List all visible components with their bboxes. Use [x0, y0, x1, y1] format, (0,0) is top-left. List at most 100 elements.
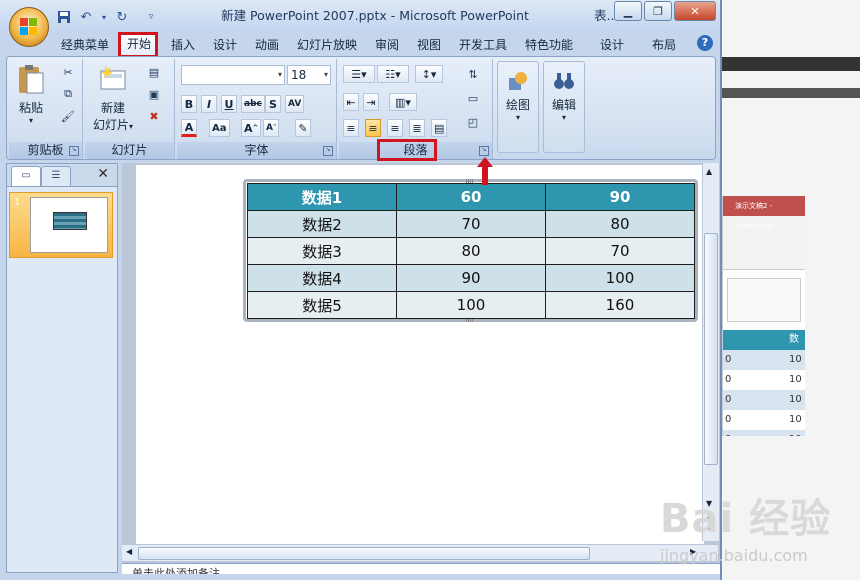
grow-font-button[interactable]: A ^	[241, 119, 262, 137]
reset-icon[interactable]: ▣	[143, 85, 165, 103]
horizontal-scrollbar[interactable]: ◀ ▶	[122, 544, 718, 561]
layout-icon[interactable]: ▤	[143, 63, 165, 81]
notes-pane[interactable]: 单击此处添加备注	[122, 563, 720, 574]
mini-table-preview	[53, 212, 87, 230]
close-button[interactable]: ✕	[674, 1, 716, 21]
table-cell[interactable]: 80	[545, 210, 695, 238]
strikethrough-button[interactable]: abc	[241, 95, 265, 113]
decrease-indent-button[interactable]: ⇤	[343, 93, 359, 111]
background-bar	[722, 57, 860, 71]
office-button[interactable]	[9, 7, 49, 47]
clipboard-launcher-icon[interactable]: ↘	[69, 146, 79, 156]
align-center-button[interactable]: ≡	[365, 119, 381, 137]
align-left-button[interactable]: ≡	[343, 119, 359, 137]
tab-table-layout[interactable]: 布局	[646, 35, 682, 55]
table-cell[interactable]: 数据5	[247, 291, 397, 319]
watermark-url: jingyan.baidu.com	[660, 546, 808, 565]
text-direction-icon[interactable]: ⇅	[461, 65, 485, 83]
background-thumb-row: 010	[725, 374, 802, 385]
tab-design[interactable]: 设计	[208, 35, 242, 55]
help-icon[interactable]: ?	[697, 35, 713, 51]
scroll-up-icon[interactable]: ▲	[706, 167, 712, 176]
font-name-combo[interactable]: ▾	[181, 65, 285, 85]
paste-label: 粘贴	[18, 101, 43, 115]
table-cell[interactable]: 70	[545, 237, 695, 265]
bullets-button[interactable]: ☰▾	[343, 65, 375, 83]
table-row: 数据5 100 160	[247, 291, 695, 319]
increase-indent-button[interactable]: ⇥	[363, 93, 379, 111]
table-cell[interactable]: 数据3	[247, 237, 397, 265]
tab-developer[interactable]: 开发工具	[454, 35, 512, 55]
close-pane-icon[interactable]: ✕	[97, 166, 109, 182]
tab-view[interactable]: 视图	[412, 35, 446, 55]
ribbon-tabs: 经典菜单 开始 插入 设计 动画 幻灯片放映 审阅 视图 开发工具 特色功能 设…	[0, 32, 720, 58]
scroll-left-icon[interactable]: ◀	[126, 547, 132, 556]
drawing-button[interactable]: 绘图 ▾	[497, 61, 539, 153]
minimize-button[interactable]: ▁	[614, 1, 642, 21]
cut-icon[interactable]: ✂	[59, 63, 77, 81]
line-spacing-button[interactable]: ↕▾	[415, 65, 443, 83]
new-slide-button[interactable]: 新建 幻灯片▾	[89, 63, 137, 133]
bold-button[interactable]: B	[181, 95, 197, 113]
group-label-drawing: 绘图	[505, 98, 530, 112]
italic-button[interactable]: I	[201, 95, 217, 113]
clear-format-icon[interactable]: ✎	[295, 119, 311, 137]
maximize-button[interactable]: ❐	[644, 1, 672, 21]
underline-button[interactable]: U	[221, 95, 237, 113]
delete-slide-icon[interactable]: ✖	[143, 107, 165, 125]
slides-tab-icon[interactable]: ▭	[11, 166, 41, 186]
table-cell[interactable]: 数据2	[247, 210, 397, 238]
slide-thumbnail-selected[interactable]: 1	[9, 192, 113, 258]
tab-review[interactable]: 审阅	[370, 35, 404, 55]
editing-button[interactable]: 编辑 ▾	[543, 61, 585, 153]
paste-button[interactable]: 粘贴 ▾	[13, 63, 49, 125]
shadow-button[interactable]: S	[265, 95, 281, 113]
table-cell[interactable]: 数据1	[247, 183, 397, 211]
table-cell[interactable]: 70	[396, 210, 546, 238]
change-case-button[interactable]: Aa	[209, 119, 230, 137]
table-cell[interactable]: 数据4	[247, 264, 397, 292]
horizontal-scroll-thumb[interactable]	[138, 547, 590, 560]
font-color-button[interactable]: A	[181, 119, 197, 137]
redo-icon[interactable]: ↻	[114, 9, 130, 25]
font-size-combo[interactable]: 18 ▾	[287, 65, 331, 85]
table-cell[interactable]: 80	[396, 237, 546, 265]
table-cell[interactable]: 60	[396, 183, 546, 211]
outline-tab-icon[interactable]: ☰	[41, 166, 71, 186]
font-launcher-icon[interactable]: ↘	[323, 146, 333, 156]
distribute-button[interactable]: ▤	[431, 119, 448, 137]
shrink-font-button[interactable]: Aˇ	[263, 119, 280, 137]
vertical-scroll-thumb[interactable]	[704, 233, 718, 465]
table-cell[interactable]: 90	[545, 183, 695, 211]
tab-insert[interactable]: 插入	[166, 35, 200, 55]
format-painter-icon[interactable]: 🖌	[59, 107, 77, 125]
group-label-editing: 编辑	[551, 98, 576, 112]
char-spacing-button[interactable]: AV	[285, 95, 305, 113]
table-cell[interactable]: 160	[545, 291, 695, 319]
justify-button[interactable]: ≣	[409, 119, 425, 137]
tab-animation[interactable]: 动画	[250, 35, 284, 55]
highlight-box	[377, 139, 437, 161]
table-cell[interactable]: 90	[396, 264, 546, 292]
annotation-arrow-icon	[477, 157, 493, 185]
table-cell[interactable]: 100	[545, 264, 695, 292]
undo-icon[interactable]: ↶	[78, 9, 94, 25]
tab-features[interactable]: 特色功能	[520, 35, 578, 55]
table-cell[interactable]: 100	[396, 291, 546, 319]
save-icon[interactable]	[56, 9, 72, 25]
group-font: ▾ 18 ▾ B I U abc S AV A Aa A ^ Aˇ ✎ 字体 ↘	[177, 59, 337, 159]
numbering-button[interactable]: ☷▾	[377, 65, 409, 83]
columns-button[interactable]: ▥▾	[389, 93, 417, 111]
background-thumb-row: 010	[725, 414, 802, 425]
tab-table-design[interactable]: 设计	[594, 35, 630, 55]
dropdown-arrow-icon[interactable]: ▾	[100, 9, 108, 25]
align-text-icon[interactable]: ▭	[461, 89, 485, 107]
data-table[interactable]: 数据1 60 90 数据2 70 80 数据3 80 70 数据4 90 100…	[247, 183, 695, 319]
tab-slideshow[interactable]: 幻灯片放映	[292, 35, 362, 55]
paragraph-launcher-icon[interactable]: ↘	[479, 146, 489, 156]
align-right-button[interactable]: ≡	[387, 119, 403, 137]
tab-classic-menu[interactable]: 经典菜单	[56, 35, 114, 55]
background-thumb-header: 数据	[723, 330, 805, 365]
copy-icon[interactable]: ⧉	[59, 85, 77, 103]
smartart-icon[interactable]: ◰	[461, 113, 485, 131]
